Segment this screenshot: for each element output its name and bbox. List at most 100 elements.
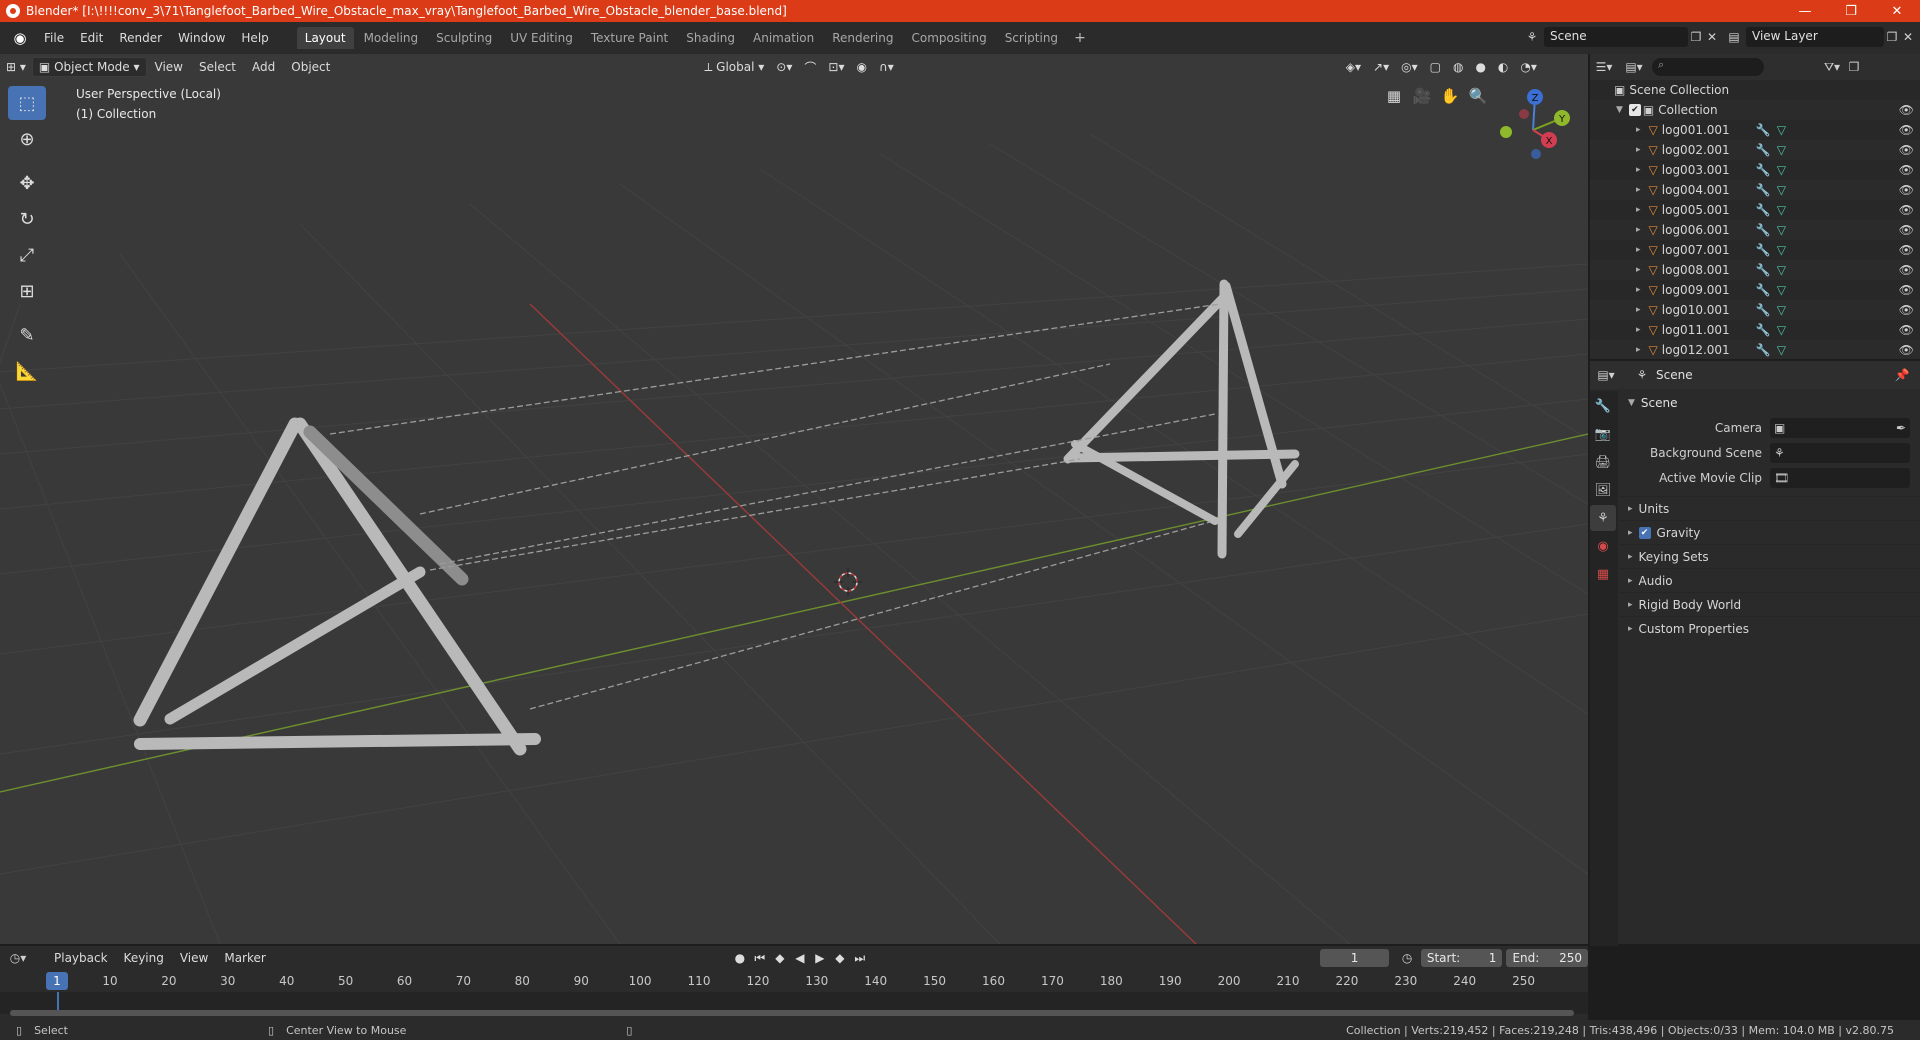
tab-animation[interactable]: Animation	[745, 27, 822, 49]
scene-selector[interactable]: ⚘ Scene ❐ ✕	[1524, 26, 1720, 48]
transform-orientation-dropdown[interactable]: ⟂ Global ▾	[698, 58, 770, 77]
delete-view-layer-icon[interactable]: ✕	[1900, 29, 1916, 45]
menu-edit[interactable]: Edit	[72, 28, 111, 48]
modifier-icon[interactable]: 🔧	[1756, 143, 1771, 157]
jump-start-icon[interactable]: ⏮	[750, 951, 770, 966]
tree-collection[interactable]: ▼ ✔ ▣ Collection 👁	[1590, 100, 1920, 120]
eye-icon[interactable]: 👁	[1899, 103, 1914, 117]
blender-menu-icon[interactable]: ◉	[10, 28, 30, 48]
clock-icon[interactable]: ◷	[1399, 950, 1414, 966]
end-frame-field[interactable]: End: 250	[1506, 949, 1589, 967]
eye-icon[interactable]: 👁	[1899, 343, 1914, 357]
modifier-icon[interactable]: 🔧	[1756, 203, 1771, 217]
list-item[interactable]: ▸ ▽ log010.001 🔧 ▽ 👁	[1590, 300, 1920, 320]
next-keyframe-icon[interactable]: ◆	[830, 951, 850, 965]
gizmo-toggle-icon[interactable]: ↗▾	[1367, 58, 1395, 76]
render-tab-icon[interactable]: 📷	[1590, 421, 1616, 447]
tab-shading[interactable]: Shading	[678, 27, 743, 49]
expand-icon[interactable]: ▸	[1636, 205, 1641, 215]
vp-menu-view[interactable]: View	[147, 57, 191, 77]
tab-texture-paint[interactable]: Texture Paint	[583, 27, 676, 49]
units-panel[interactable]: ▸ Units	[1620, 496, 1920, 520]
select-box-icon[interactable]: ⬚	[8, 86, 46, 120]
tab-rendering[interactable]: Rendering	[824, 27, 901, 49]
mesh-data-icon[interactable]: ▽	[1777, 243, 1786, 257]
transform-tool-icon[interactable]: ⊞	[8, 274, 46, 308]
tab-compositing[interactable]: Compositing	[903, 27, 994, 49]
editor-type-button[interactable]: ⊞ ▾	[0, 58, 32, 76]
mesh-data-icon[interactable]: ▽	[1777, 323, 1786, 337]
visibility-icon[interactable]: ◈▾	[1340, 58, 1367, 76]
view-layer-tab-icon[interactable]: 🖼	[1590, 477, 1616, 503]
modifier-icon[interactable]: 🔧	[1756, 183, 1771, 197]
modifier-icon[interactable]: 🔧	[1756, 123, 1771, 137]
list-item[interactable]: ▸ ▽ log011.001 🔧 ▽ 👁	[1590, 320, 1920, 340]
zoom-icon[interactable]: 🔍	[1464, 84, 1492, 108]
play-reverse-icon[interactable]: ◀	[790, 951, 810, 965]
list-item[interactable]: ▸ ▽ log002.001 🔧 ▽ 👁	[1590, 140, 1920, 160]
close-button[interactable]: ✕	[1874, 0, 1920, 22]
rotate-tool-icon[interactable]: ↻	[8, 202, 46, 236]
mesh-data-icon[interactable]: ▽	[1777, 123, 1786, 137]
mesh-data-icon[interactable]: ▽	[1777, 303, 1786, 317]
tab-uv-editing[interactable]: UV Editing	[502, 27, 581, 49]
vp-menu-object[interactable]: Object	[283, 57, 338, 77]
expand-icon[interactable]: ▸	[1636, 325, 1641, 335]
material-shading-icon[interactable]: ◐	[1492, 58, 1514, 76]
measure-tool-icon[interactable]: 📐	[8, 354, 46, 388]
snap-icon[interactable]: ⌒	[798, 57, 822, 78]
tl-menu-playback[interactable]: Playback	[46, 948, 116, 968]
audio-panel[interactable]: ▸ Audio	[1620, 568, 1920, 592]
modifier-icon[interactable]: 🔧	[1756, 303, 1771, 317]
tl-menu-marker[interactable]: Marker	[216, 948, 273, 968]
world-tab-icon[interactable]: ◉	[1590, 533, 1616, 559]
display-mode-icon[interactable]: ▤▾	[1625, 59, 1642, 75]
menu-render[interactable]: Render	[111, 28, 170, 48]
properties-editor-type-icon[interactable]: ▤▾	[1597, 367, 1614, 383]
expand-icon[interactable]: ▸	[1636, 125, 1641, 135]
expand-icon[interactable]: ▸	[1636, 165, 1641, 175]
pin-icon[interactable]: 📌	[1894, 367, 1910, 383]
record-icon[interactable]: ●	[730, 951, 750, 965]
scene-panel-header[interactable]: ▼ Scene	[1620, 391, 1920, 415]
scene-name-field[interactable]: Scene	[1544, 27, 1688, 47]
tab-modeling[interactable]: Modeling	[356, 27, 427, 49]
move-tool-icon[interactable]: ✥	[8, 166, 46, 200]
rigid-body-world-panel[interactable]: ▸ Rigid Body World	[1620, 592, 1920, 616]
solid-shading-icon[interactable]: ●	[1469, 58, 1491, 76]
play-icon[interactable]: ▶	[810, 951, 830, 965]
keying-sets-panel[interactable]: ▸ Keying Sets	[1620, 544, 1920, 568]
list-item[interactable]: ▸ ▽ log009.001 🔧 ▽ 👁	[1590, 280, 1920, 300]
mesh-data-icon[interactable]: ▽	[1777, 183, 1786, 197]
eye-icon[interactable]: 👁	[1899, 183, 1914, 197]
expand-icon[interactable]: ▸	[1636, 305, 1641, 315]
expand-icon[interactable]: ▸	[1636, 265, 1641, 275]
minimize-button[interactable]: —	[1782, 0, 1828, 22]
eye-icon[interactable]: 👁	[1899, 143, 1914, 157]
modifier-icon[interactable]: 🔧	[1756, 223, 1771, 237]
scale-tool-icon[interactable]: ⤢	[8, 238, 46, 272]
menu-file[interactable]: File	[36, 28, 72, 48]
list-item[interactable]: ▸ ▽ log008.001 🔧 ▽ 👁	[1590, 260, 1920, 280]
expand-icon[interactable]: ▸	[1636, 285, 1641, 295]
filter-icon[interactable]: ⛛▾	[1824, 59, 1840, 75]
snap-target-icon[interactable]: ⊡▾	[822, 58, 850, 76]
expand-icon[interactable]: ▸	[1636, 185, 1641, 195]
xray-icon[interactable]: ▢	[1424, 58, 1447, 76]
expand-icon[interactable]: ▸	[1636, 345, 1641, 355]
new-scene-icon[interactable]: ❐	[1688, 29, 1704, 45]
movie-clip-field[interactable]: 🎞	[1770, 467, 1910, 488]
outliner-editor-type-icon[interactable]: ☰▾	[1596, 59, 1613, 75]
expand-icon[interactable]: ▸	[1636, 245, 1641, 255]
eye-icon[interactable]: 👁	[1899, 223, 1914, 237]
new-collection-icon[interactable]: ❐	[1846, 59, 1862, 75]
timeline-ruler[interactable]: 1 10 20 30 40 50 60 70 80 90 100 110 120 130 140 150 16…	[0, 972, 1588, 992]
outliner-search-input[interactable]: ⌕	[1652, 58, 1764, 76]
vp-menu-add[interactable]: Add	[244, 57, 283, 77]
mesh-data-icon[interactable]: ▽	[1777, 223, 1786, 237]
annotate-tool-icon[interactable]: ✎	[8, 318, 46, 352]
mesh-data-icon[interactable]: ▽	[1777, 143, 1786, 157]
collection-checkbox[interactable]: ✔	[1628, 104, 1641, 116]
tool-settings-tab-icon[interactable]: 🔧	[1590, 393, 1616, 419]
list-item[interactable]: ▸ ▽ log005.001 🔧 ▽ 👁	[1590, 200, 1920, 220]
